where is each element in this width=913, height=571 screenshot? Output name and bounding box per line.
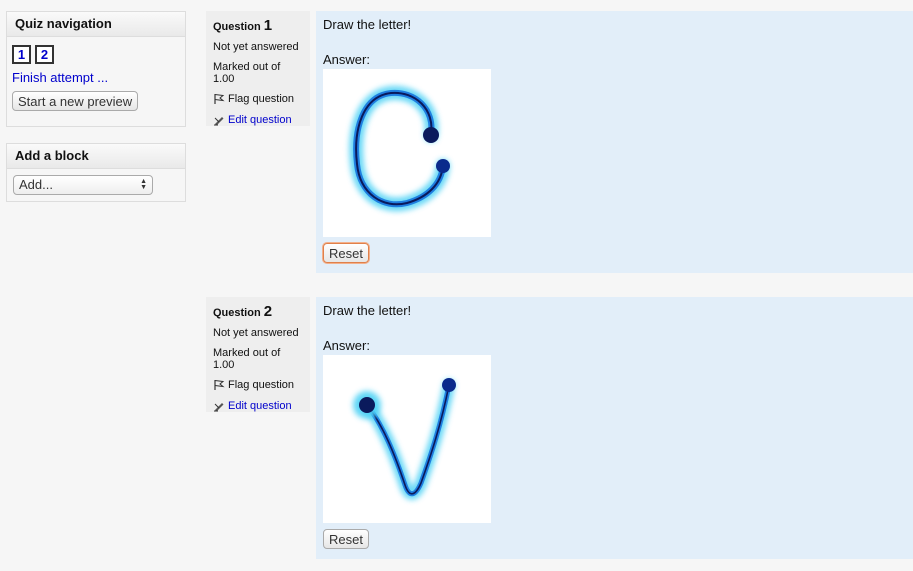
- select-arrows-icon: ▲ ▼: [140, 178, 147, 191]
- add-block-block: Add a block Add... ▲ ▼: [6, 143, 186, 202]
- question-2-num: 2: [263, 303, 273, 320]
- flag-icon: [214, 380, 225, 390]
- question-1-number: Question 1: [213, 17, 303, 34]
- question-2-number: Question 2: [213, 303, 303, 320]
- quiz-navigation-title: Quiz navigation: [7, 12, 185, 37]
- add-block-content: Add... ▲ ▼: [7, 169, 185, 201]
- question-2-text: Draw the letter!: [323, 303, 412, 318]
- quiz-navigation-block: Quiz navigation 1 2 Finish attempt ... S…: [6, 11, 186, 127]
- question-2-edit[interactable]: Edit question: [213, 400, 303, 412]
- question-1-info: Question 1 Not yet answered Marked out o…: [206, 11, 310, 126]
- question-1-flag[interactable]: Flag question: [213, 93, 303, 105]
- question-2-flag-label: Flag question: [228, 379, 295, 391]
- question-2-reset-button[interactable]: Reset: [323, 529, 369, 549]
- quiz-navigation-content: 1 2 Finish attempt ... Start a new previ…: [7, 37, 185, 117]
- question-button-2[interactable]: 2: [35, 45, 54, 64]
- question-1-label: Question: [213, 21, 261, 33]
- question-1-text: Draw the letter!: [323, 17, 412, 32]
- letter-v-stroke: [353, 378, 456, 500]
- question-2-info: Question 2 Not yet answered Marked out o…: [206, 297, 310, 412]
- letter-c-stroke: [349, 85, 450, 212]
- question-1-edit-link[interactable]: Edit question: [228, 114, 292, 126]
- question-2-drawing-canvas[interactable]: [323, 355, 491, 523]
- question-2-state: Not yet answered: [213, 327, 299, 339]
- question-1-reset-button[interactable]: Reset: [323, 243, 369, 263]
- question-2-edit-link[interactable]: Edit question: [228, 400, 292, 412]
- question-1-grade: Marked out of 1.00: [213, 61, 281, 85]
- question-1-num: 1: [263, 17, 273, 34]
- add-block-select-value: Add...: [19, 177, 53, 192]
- question-2-flag[interactable]: Flag question: [213, 379, 303, 391]
- question-buttons: 1 2: [12, 45, 181, 64]
- question-2-content: Draw the letter! Answer: Reset: [316, 297, 913, 559]
- question-1-content: Draw the letter! Answer: Reset: [316, 11, 913, 273]
- question-2-label: Question: [213, 307, 261, 319]
- question-1-answer-label: Answer:: [323, 52, 370, 67]
- add-block-select[interactable]: Add... ▲ ▼: [13, 175, 153, 195]
- flag-icon: [214, 94, 225, 104]
- edit-icon: [214, 403, 224, 412]
- question-1-state: Not yet answered: [213, 41, 299, 53]
- question-1-drawing-canvas[interactable]: [323, 69, 491, 237]
- question-2-grade: Marked out of 1.00: [213, 347, 281, 371]
- question-1-flag-label: Flag question: [228, 93, 295, 105]
- question-2-answer-label: Answer:: [323, 338, 370, 353]
- start-new-preview-button[interactable]: Start a new preview: [12, 91, 139, 111]
- add-block-title: Add a block: [7, 144, 185, 169]
- edit-icon: [214, 117, 224, 126]
- finish-attempt-link[interactable]: Finish attempt ...: [12, 70, 181, 85]
- question-button-1[interactable]: 1: [12, 45, 31, 64]
- question-1-edit[interactable]: Edit question: [213, 114, 303, 126]
